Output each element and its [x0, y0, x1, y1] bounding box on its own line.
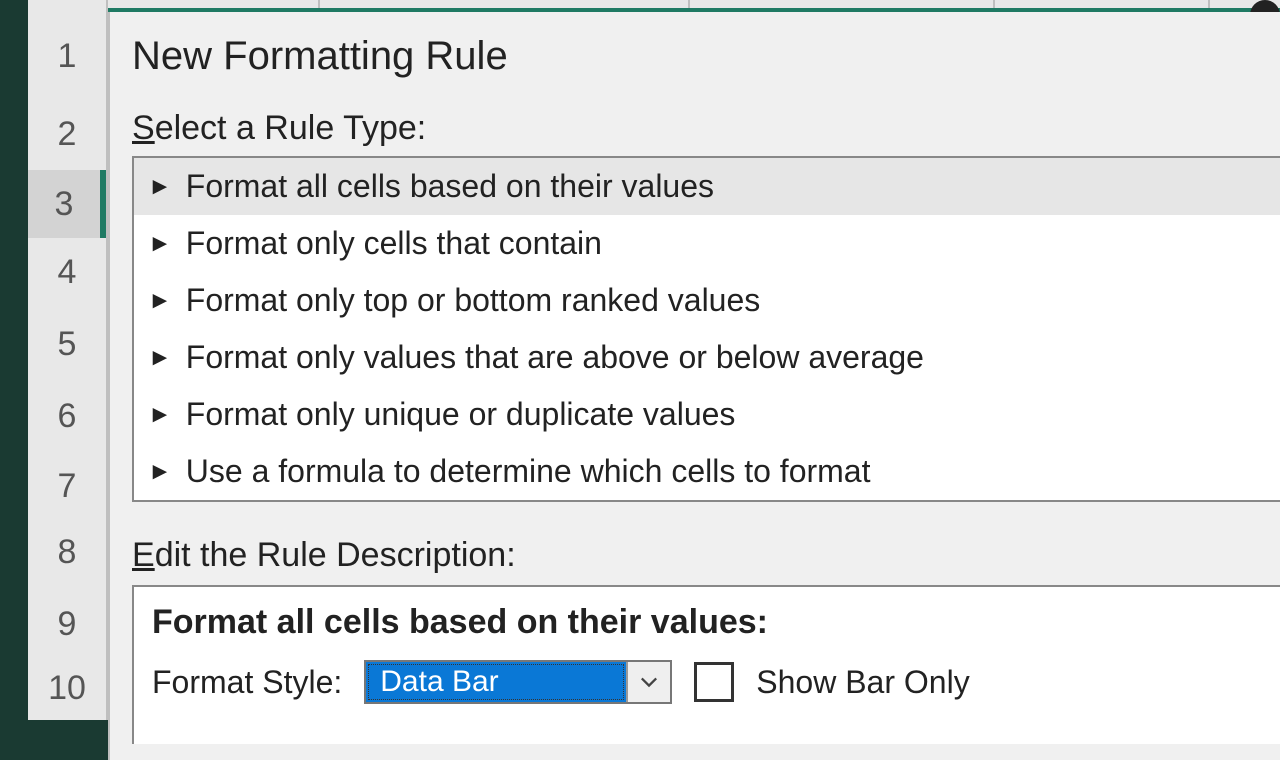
- rule-type-item[interactable]: ► Format only values that are above or be…: [134, 329, 1280, 386]
- format-style-combobox[interactable]: Data Bar: [364, 660, 672, 704]
- row-number[interactable]: 8: [28, 518, 106, 586]
- left-dark-strip: [0, 0, 28, 720]
- row-number[interactable]: 10: [28, 654, 106, 722]
- chevron-down-icon[interactable]: [626, 662, 670, 702]
- bullet-icon: ►: [148, 232, 172, 256]
- rule-type-item[interactable]: ► Format only top or bottom ranked values: [134, 272, 1280, 329]
- rule-type-item[interactable]: ► Format all cells based on their values: [134, 158, 1280, 215]
- rule-type-list[interactable]: ►Format all cells based on their values►…: [132, 156, 1280, 502]
- bullet-icon: ►: [148, 289, 172, 313]
- row-number[interactable]: 6: [28, 382, 106, 450]
- show-bar-only-checkbox[interactable]: [694, 662, 734, 702]
- bullet-icon: ►: [148, 403, 172, 427]
- rule-description-heading: Format all cells based on their values:: [152, 603, 1280, 642]
- rule-type-label: Format only unique or duplicate values: [186, 396, 736, 433]
- show-bar-only-label: Show Bar Only: [756, 664, 969, 701]
- dialog-title: New Formatting Rule: [132, 34, 1280, 79]
- column-header-strip: [108, 0, 1280, 12]
- rule-type-item[interactable]: ► Format only unique or duplicate values: [134, 386, 1280, 443]
- bullet-icon: ►: [148, 460, 172, 484]
- select-rule-type-label: Select a Rule Type:: [132, 109, 1280, 148]
- rule-description-panel: Format all cells based on their values: …: [132, 585, 1280, 744]
- row-number[interactable]: 7: [28, 452, 106, 520]
- rule-type-label: Format only cells that contain: [186, 225, 602, 262]
- row-number[interactable]: 3: [28, 170, 106, 238]
- row-number[interactable]: 5: [28, 310, 106, 378]
- rule-type-item[interactable]: ► Format only cells that contain: [134, 215, 1280, 272]
- row-number[interactable]: 2: [28, 100, 106, 168]
- row-number[interactable]: 1: [28, 22, 106, 90]
- rule-type-label: Format only top or bottom ranked values: [186, 282, 761, 319]
- bullet-icon: ►: [148, 346, 172, 370]
- rule-type-label: Format only values that are above or bel…: [186, 339, 924, 376]
- format-style-label: Format Style:: [152, 664, 342, 701]
- rule-type-label: Format all cells based on their values: [186, 168, 714, 205]
- row-number[interactable]: 4: [28, 238, 106, 306]
- edit-rule-description-label: Edit the Rule Description:: [132, 536, 1280, 575]
- row-number[interactable]: 9: [28, 590, 106, 658]
- rule-type-label: Use a formula to determine which cells t…: [186, 453, 871, 490]
- new-formatting-rule-dialog: New Formatting Rule Select a Rule Type: …: [108, 12, 1280, 760]
- format-style-value: Data Bar: [366, 662, 626, 702]
- rule-type-item[interactable]: ► Use a formula to determine which cells …: [134, 443, 1280, 500]
- row-number-gutter: 1 2345678910: [28, 0, 108, 720]
- bullet-icon: ►: [148, 175, 172, 199]
